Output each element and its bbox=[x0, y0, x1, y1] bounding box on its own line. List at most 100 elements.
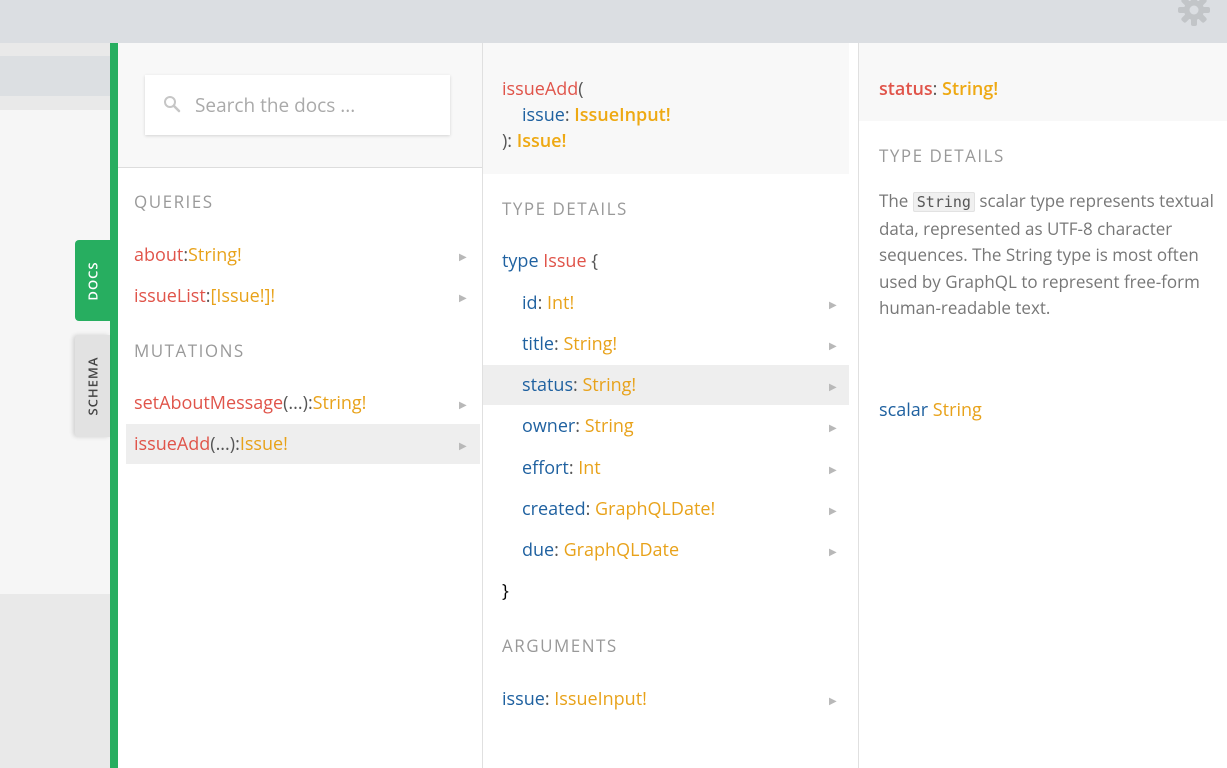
field-sep: : bbox=[554, 538, 564, 562]
query-name: about bbox=[134, 243, 184, 267]
desc-code: String bbox=[912, 192, 975, 212]
signature-arg-type[interactable]: IssueInput! bbox=[574, 103, 670, 127]
tab-schema-label: SCHEMA bbox=[83, 356, 102, 416]
mutations-title: MUTATIONS bbox=[134, 339, 245, 362]
mutation-args: (...) bbox=[210, 432, 236, 456]
docs-field-panel: issueAdd( issue: IssueInput! ): Issue! T… bbox=[482, 43, 858, 768]
type-field-row[interactable]: id: Int! ▶ bbox=[483, 283, 849, 323]
type-name[interactable]: Issue bbox=[543, 249, 586, 273]
signature-arg-name[interactable]: issue bbox=[522, 103, 565, 127]
type-panel-title: status: String! bbox=[879, 77, 998, 101]
query-type: [Issue!]! bbox=[210, 284, 276, 308]
mutation-item-issueadd[interactable]: issueAdd (...): Issue! ▶ bbox=[126, 424, 480, 464]
query-item-issuelist[interactable]: issueList: [Issue!]! ▶ bbox=[118, 276, 482, 316]
type-field-row[interactable]: effort: Int ▶ bbox=[483, 448, 849, 488]
signature-name: issueAdd bbox=[502, 77, 579, 101]
field-name: effort bbox=[522, 456, 569, 480]
tab-docs[interactable]: DOCS bbox=[75, 240, 110, 321]
chevron-right-icon: ▶ bbox=[829, 462, 837, 476]
signature-arg-sep: : bbox=[564, 103, 575, 127]
gear-icon[interactable] bbox=[1178, 0, 1210, 26]
field-type: String! bbox=[563, 332, 618, 356]
search-input[interactable] bbox=[195, 89, 435, 121]
field-name: created bbox=[522, 497, 586, 521]
field-type: String bbox=[584, 414, 634, 438]
close-brace: } bbox=[502, 579, 509, 603]
field-sep: : bbox=[537, 291, 547, 315]
chevron-right-icon: ▶ bbox=[459, 438, 467, 452]
chevron-right-icon: ▶ bbox=[829, 379, 837, 393]
desc-prefix: The bbox=[879, 189, 913, 212]
query-item-about[interactable]: about: String! ▶ bbox=[118, 235, 482, 275]
field-name: status bbox=[522, 373, 574, 397]
mutation-name: issueAdd bbox=[134, 432, 211, 456]
field-sep: : bbox=[554, 332, 564, 356]
type-field-row[interactable]: owner: String ▶ bbox=[483, 406, 849, 446]
field-name: due bbox=[522, 538, 555, 562]
field-sep: : bbox=[573, 373, 583, 397]
scalar-keyword: scalar bbox=[879, 398, 929, 422]
type-header: type Issue { bbox=[502, 241, 598, 281]
chevron-right-icon: ▶ bbox=[829, 544, 837, 558]
type-keyword: type bbox=[502, 249, 539, 273]
type-panel-details-title: TYPE DETAILS bbox=[879, 144, 1005, 167]
type-field-row[interactable]: title: String! ▶ bbox=[483, 324, 849, 364]
type-details-title: TYPE DETAILS bbox=[502, 197, 628, 220]
signature-line-1: issueAdd( bbox=[502, 77, 584, 101]
chevron-right-icon: ▶ bbox=[829, 297, 837, 311]
search-box[interactable] bbox=[145, 75, 450, 135]
field-name: owner bbox=[522, 414, 576, 438]
signature-return-type[interactable]: Issue! bbox=[517, 129, 567, 153]
argument-name: issue bbox=[502, 687, 545, 711]
chevron-right-icon: ▶ bbox=[459, 397, 467, 411]
field-signature: issueAdd( issue: IssueInput! ): Issue! bbox=[483, 43, 849, 174]
chevron-right-icon: ▶ bbox=[829, 693, 837, 707]
chevron-right-icon: ▶ bbox=[459, 290, 467, 304]
field-sep: : bbox=[585, 497, 596, 521]
open-brace: { bbox=[591, 249, 599, 273]
scalar-definition: scalar String bbox=[879, 390, 982, 430]
queries-title: QUERIES bbox=[134, 190, 214, 213]
search-icon bbox=[164, 96, 181, 113]
field-type: Int! bbox=[546, 291, 575, 315]
docs-border-accent bbox=[110, 43, 118, 768]
mutation-item-setaboutmessage[interactable]: setAboutMessage (...): String! ▶ bbox=[118, 383, 482, 423]
type-description: The String scalar type represents textua… bbox=[879, 188, 1214, 322]
docs-root-panel: QUERIES about: String! ▶ issueList: [Iss… bbox=[118, 43, 482, 768]
argument-sep: : bbox=[544, 687, 555, 711]
type-panel-header: status: String! bbox=[859, 43, 1227, 121]
chevron-right-icon: ▶ bbox=[829, 338, 837, 352]
argument-type: IssueInput! bbox=[554, 687, 647, 711]
signature-open: ( bbox=[578, 77, 584, 101]
docs-type-panel: status: String! TYPE DETAILS The String … bbox=[858, 43, 1227, 768]
query-name: issueList bbox=[134, 284, 206, 308]
tab-docs-label: DOCS bbox=[83, 260, 102, 301]
argument-row[interactable]: issue: IssueInput! ▶ bbox=[483, 679, 849, 719]
type-field-row[interactable]: created: GraphQLDate! ▶ bbox=[483, 489, 849, 529]
field-name: title bbox=[522, 332, 555, 356]
mutation-name: setAboutMessage bbox=[134, 391, 284, 415]
field-name: id bbox=[522, 291, 538, 315]
chevron-right-icon: ▶ bbox=[829, 503, 837, 517]
chevron-right-icon: ▶ bbox=[829, 420, 837, 434]
field-type: GraphQLDate bbox=[563, 538, 680, 562]
editor-tab-bar bbox=[0, 56, 110, 96]
tab-schema[interactable]: SCHEMA bbox=[75, 335, 110, 437]
signature-line-3: ): Issue! bbox=[502, 129, 567, 153]
field-type: GraphQLDate! bbox=[595, 497, 716, 521]
top-toolbar bbox=[0, 0, 1227, 43]
field-type: String! bbox=[582, 373, 637, 397]
chevron-right-icon: ▶ bbox=[459, 249, 467, 263]
type-field-row-selected[interactable]: status: String! ▶ bbox=[483, 365, 849, 405]
mutation-type: String! bbox=[312, 391, 367, 415]
scalar-name: String bbox=[932, 398, 982, 422]
type-panel-field-name: status bbox=[879, 77, 933, 101]
type-field-row[interactable]: due: GraphQLDate ▶ bbox=[483, 530, 849, 570]
mutation-args: (...) bbox=[283, 391, 308, 415]
signature-close: ): bbox=[502, 129, 517, 153]
field-type: Int bbox=[578, 456, 601, 480]
signature-line-2: issue: IssueInput! bbox=[522, 103, 671, 127]
arguments-title: ARGUMENTS bbox=[502, 634, 618, 657]
type-panel-field-type[interactable]: String! bbox=[942, 77, 998, 101]
search-area bbox=[118, 43, 482, 168]
